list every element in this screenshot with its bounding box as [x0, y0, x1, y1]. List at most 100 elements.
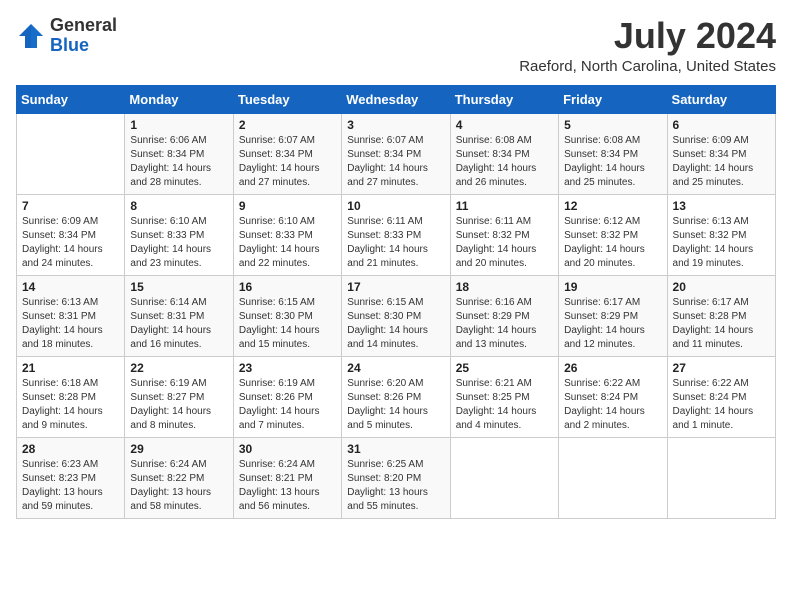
- day-of-week-header: Thursday: [450, 85, 558, 113]
- title-area: July 2024 Raeford, North Carolina, Unite…: [519, 16, 776, 75]
- calendar-cell: 17 Sunrise: 6:15 AM Sunset: 8:30 PM Dayli…: [342, 275, 450, 356]
- day-detail: Sunrise: 6:22 AM Sunset: 8:24 PM Dayligh…: [673, 377, 770, 433]
- day-detail: Sunrise: 6:20 AM Sunset: 8:26 PM Dayligh…: [347, 377, 444, 433]
- location-subtitle: Raeford, North Carolina, United States: [519, 58, 776, 75]
- calendar-cell: [559, 437, 667, 518]
- calendar-week-row: 28 Sunrise: 6:23 AM Sunset: 8:23 PM Dayli…: [17, 437, 776, 518]
- day-detail: Sunrise: 6:13 AM Sunset: 8:32 PM Dayligh…: [673, 215, 770, 271]
- day-detail: Sunrise: 6:12 AM Sunset: 8:32 PM Dayligh…: [564, 215, 661, 271]
- day-number: 13: [673, 199, 770, 213]
- calendar-cell: 6 Sunrise: 6:09 AM Sunset: 8:34 PM Daylig…: [667, 113, 775, 194]
- day-detail: Sunrise: 6:21 AM Sunset: 8:25 PM Dayligh…: [456, 377, 553, 433]
- logo-text: General Blue: [50, 16, 117, 56]
- header: General Blue July 2024 Raeford, North Ca…: [16, 16, 776, 75]
- calendar-cell: 8Sunrise: 6:10 AM Sunset: 8:33 PM Daylig…: [125, 194, 233, 275]
- day-number: 28: [22, 442, 119, 456]
- day-detail: Sunrise: 6:09 AM Sunset: 8:34 PM Dayligh…: [673, 134, 770, 190]
- calendar-body: 1 Sunrise: 6:06 AM Sunset: 8:34 PM Daylig…: [17, 113, 776, 518]
- day-detail: Sunrise: 6:08 AM Sunset: 8:34 PM Dayligh…: [456, 134, 553, 190]
- calendar-cell: 4Sunrise: 6:08 AM Sunset: 8:34 PM Daylig…: [450, 113, 558, 194]
- day-number: 23: [239, 361, 336, 375]
- day-number: 6: [673, 118, 770, 132]
- day-detail: Sunrise: 6:24 AM Sunset: 8:21 PM Dayligh…: [239, 458, 336, 514]
- day-detail: Sunrise: 6:06 AM Sunset: 8:34 PM Dayligh…: [130, 134, 227, 190]
- calendar-header: SundayMondayTuesdayWednesdayThursdayFrid…: [17, 85, 776, 113]
- day-number: 7: [22, 199, 119, 213]
- day-number: 1: [130, 118, 227, 132]
- calendar-cell: 10 Sunrise: 6:11 AM Sunset: 8:33 PM Dayli…: [342, 194, 450, 275]
- day-number: 26: [564, 361, 661, 375]
- calendar-cell: 2Sunrise: 6:07 AM Sunset: 8:34 PM Daylig…: [233, 113, 341, 194]
- logo-general-text: General: [50, 15, 117, 35]
- day-of-week-header: Tuesday: [233, 85, 341, 113]
- day-number: 22: [130, 361, 227, 375]
- day-of-week-header: Friday: [559, 85, 667, 113]
- day-number: 10: [347, 199, 444, 213]
- calendar-cell: [450, 437, 558, 518]
- day-detail: Sunrise: 6:22 AM Sunset: 8:24 PM Dayligh…: [564, 377, 661, 433]
- day-detail: Sunrise: 6:07 AM Sunset: 8:34 PM Dayligh…: [347, 134, 444, 190]
- day-of-week-header: Sunday: [17, 85, 125, 113]
- day-detail: Sunrise: 6:19 AM Sunset: 8:27 PM Dayligh…: [130, 377, 227, 433]
- day-of-week-header: Saturday: [667, 85, 775, 113]
- day-number: 31: [347, 442, 444, 456]
- calendar-cell: 26 Sunrise: 6:22 AM Sunset: 8:24 PM Dayli…: [559, 356, 667, 437]
- calendar-cell: 18Sunrise: 6:16 AM Sunset: 8:29 PM Dayli…: [450, 275, 558, 356]
- day-detail: Sunrise: 6:17 AM Sunset: 8:29 PM Dayligh…: [564, 296, 661, 352]
- day-detail: Sunrise: 6:15 AM Sunset: 8:30 PM Dayligh…: [239, 296, 336, 352]
- calendar-cell: 29Sunrise: 6:24 AM Sunset: 8:22 PM Dayli…: [125, 437, 233, 518]
- day-number: 19: [564, 280, 661, 294]
- calendar-cell: 24Sunrise: 6:20 AM Sunset: 8:26 PM Dayli…: [342, 356, 450, 437]
- day-number: 27: [673, 361, 770, 375]
- day-detail: Sunrise: 6:16 AM Sunset: 8:29 PM Dayligh…: [456, 296, 553, 352]
- calendar-cell: 19 Sunrise: 6:17 AM Sunset: 8:29 PM Dayli…: [559, 275, 667, 356]
- calendar-table: SundayMondayTuesdayWednesdayThursdayFrid…: [16, 85, 776, 519]
- logo-icon: [16, 21, 46, 51]
- day-number: 21: [22, 361, 119, 375]
- logo: General Blue: [16, 16, 117, 56]
- day-number: 25: [456, 361, 553, 375]
- calendar-cell: 13 Sunrise: 6:13 AM Sunset: 8:32 PM Dayli…: [667, 194, 775, 275]
- day-detail: Sunrise: 6:07 AM Sunset: 8:34 PM Dayligh…: [239, 134, 336, 190]
- day-detail: Sunrise: 6:17 AM Sunset: 8:28 PM Dayligh…: [673, 296, 770, 352]
- logo-blue-text: Blue: [50, 35, 89, 55]
- day-number: 3: [347, 118, 444, 132]
- calendar-week-row: 14 Sunrise: 6:13 AM Sunset: 8:31 PM Dayli…: [17, 275, 776, 356]
- calendar-week-row: 1 Sunrise: 6:06 AM Sunset: 8:34 PM Daylig…: [17, 113, 776, 194]
- day-detail: Sunrise: 6:10 AM Sunset: 8:33 PM Dayligh…: [239, 215, 336, 271]
- day-detail: Sunrise: 6:18 AM Sunset: 8:28 PM Dayligh…: [22, 377, 119, 433]
- day-detail: Sunrise: 6:13 AM Sunset: 8:31 PM Dayligh…: [22, 296, 119, 352]
- day-detail: Sunrise: 6:14 AM Sunset: 8:31 PM Dayligh…: [130, 296, 227, 352]
- calendar-cell: 12 Sunrise: 6:12 AM Sunset: 8:32 PM Dayli…: [559, 194, 667, 275]
- day-number: 9: [239, 199, 336, 213]
- calendar-cell: 23 Sunrise: 6:19 AM Sunset: 8:26 PM Dayli…: [233, 356, 341, 437]
- calendar-cell: 11Sunrise: 6:11 AM Sunset: 8:32 PM Dayli…: [450, 194, 558, 275]
- calendar-cell: 1 Sunrise: 6:06 AM Sunset: 8:34 PM Daylig…: [125, 113, 233, 194]
- day-detail: Sunrise: 6:09 AM Sunset: 8:34 PM Dayligh…: [22, 215, 119, 271]
- day-number: 20: [673, 280, 770, 294]
- month-year-title: July 2024: [519, 16, 776, 56]
- day-detail: Sunrise: 6:08 AM Sunset: 8:34 PM Dayligh…: [564, 134, 661, 190]
- day-detail: Sunrise: 6:15 AM Sunset: 8:30 PM Dayligh…: [347, 296, 444, 352]
- calendar-cell: 20 Sunrise: 6:17 AM Sunset: 8:28 PM Dayli…: [667, 275, 775, 356]
- day-number: 11: [456, 199, 553, 213]
- calendar-cell: 30 Sunrise: 6:24 AM Sunset: 8:21 PM Dayli…: [233, 437, 341, 518]
- calendar-week-row: 7 Sunrise: 6:09 AM Sunset: 8:34 PM Daylig…: [17, 194, 776, 275]
- day-detail: Sunrise: 6:11 AM Sunset: 8:33 PM Dayligh…: [347, 215, 444, 271]
- calendar-cell: 16Sunrise: 6:15 AM Sunset: 8:30 PM Dayli…: [233, 275, 341, 356]
- day-number: 17: [347, 280, 444, 294]
- day-number: 12: [564, 199, 661, 213]
- calendar-cell: 28 Sunrise: 6:23 AM Sunset: 8:23 PM Dayli…: [17, 437, 125, 518]
- calendar-cell: 5Sunrise: 6:08 AM Sunset: 8:34 PM Daylig…: [559, 113, 667, 194]
- day-detail: Sunrise: 6:23 AM Sunset: 8:23 PM Dayligh…: [22, 458, 119, 514]
- day-number: 29: [130, 442, 227, 456]
- calendar-cell: 25 Sunrise: 6:21 AM Sunset: 8:25 PM Dayli…: [450, 356, 558, 437]
- calendar-cell: 31Sunrise: 6:25 AM Sunset: 8:20 PM Dayli…: [342, 437, 450, 518]
- days-of-week-row: SundayMondayTuesdayWednesdayThursdayFrid…: [17, 85, 776, 113]
- day-detail: Sunrise: 6:19 AM Sunset: 8:26 PM Dayligh…: [239, 377, 336, 433]
- calendar-cell: 3 Sunrise: 6:07 AM Sunset: 8:34 PM Daylig…: [342, 113, 450, 194]
- calendar-cell: 7 Sunrise: 6:09 AM Sunset: 8:34 PM Daylig…: [17, 194, 125, 275]
- day-number: 30: [239, 442, 336, 456]
- day-number: 14: [22, 280, 119, 294]
- day-of-week-header: Wednesday: [342, 85, 450, 113]
